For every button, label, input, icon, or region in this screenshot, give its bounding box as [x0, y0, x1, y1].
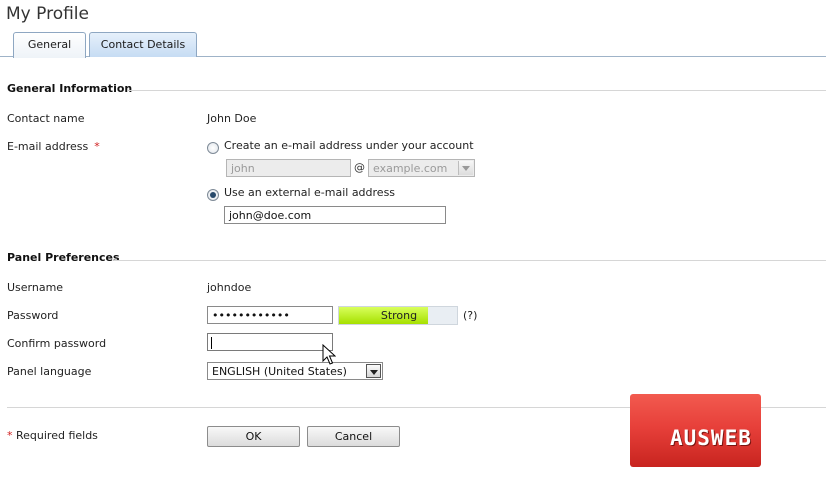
section-title-panel-preferences: Panel Preferences — [7, 251, 120, 264]
tab-contact-details[interactable]: Contact Details — [89, 32, 197, 57]
password-input[interactable]: •••••••••••• — [207, 306, 333, 324]
panel-language-label: Panel language — [7, 365, 92, 378]
section-title-general-information: General Information — [7, 82, 133, 95]
chevron-down-icon — [458, 161, 473, 175]
confirm-password-label: Confirm password — [7, 337, 107, 350]
cancel-button[interactable]: Cancel — [307, 426, 400, 447]
password-label: Password — [7, 309, 59, 322]
radio-external-email-label: Use an external e-mail address — [224, 186, 396, 199]
tab-general[interactable]: General — [13, 32, 86, 58]
email-domain-select[interactable]: example.com — [368, 159, 475, 177]
confirm-password-input[interactable] — [207, 333, 333, 351]
radio-create-email-label: Create an e-mail address under your acco… — [224, 139, 474, 152]
radio-create-email[interactable] — [207, 142, 219, 154]
contact-name-value: John Doe — [207, 112, 257, 125]
password-help-link[interactable]: (?) — [463, 309, 477, 322]
email-local-part-input[interactable]: john — [226, 159, 351, 177]
password-strength-text: Strong — [380, 309, 418, 322]
section-divider — [128, 90, 826, 91]
chevron-down-icon — [366, 364, 381, 378]
at-symbol: @ — [354, 161, 365, 174]
tab-bar: General Contact Details — [0, 30, 826, 58]
watermark-logo: AUSWEB — [630, 394, 761, 467]
text-caret — [211, 337, 212, 349]
username-value: johndoe — [207, 281, 252, 294]
required-marker: * — [94, 140, 100, 153]
contact-name-label: Contact name — [7, 112, 85, 125]
ok-button[interactable]: OK — [207, 426, 300, 447]
section-divider — [114, 260, 826, 261]
panel-language-value: ENGLISH (United States) — [212, 365, 347, 378]
radio-external-email[interactable] — [207, 189, 219, 201]
required-fields-note: * Required fields — [7, 429, 98, 442]
password-strength-meter: Strong — [338, 306, 458, 325]
email-label: E-mail address — [7, 140, 89, 153]
external-email-input[interactable]: john@doe.com — [224, 206, 446, 224]
watermark-logo-text: AUSWEB — [670, 426, 752, 450]
page-title: My Profile — [6, 4, 89, 24]
email-domain-value: example.com — [373, 162, 448, 175]
panel-language-select[interactable]: ENGLISH (United States) — [207, 362, 383, 380]
mouse-pointer-icon — [322, 344, 336, 365]
required-fields-text: Required fields — [12, 429, 98, 442]
email-label-row: E-mail address * — [7, 140, 100, 153]
username-label: Username — [7, 281, 64, 294]
